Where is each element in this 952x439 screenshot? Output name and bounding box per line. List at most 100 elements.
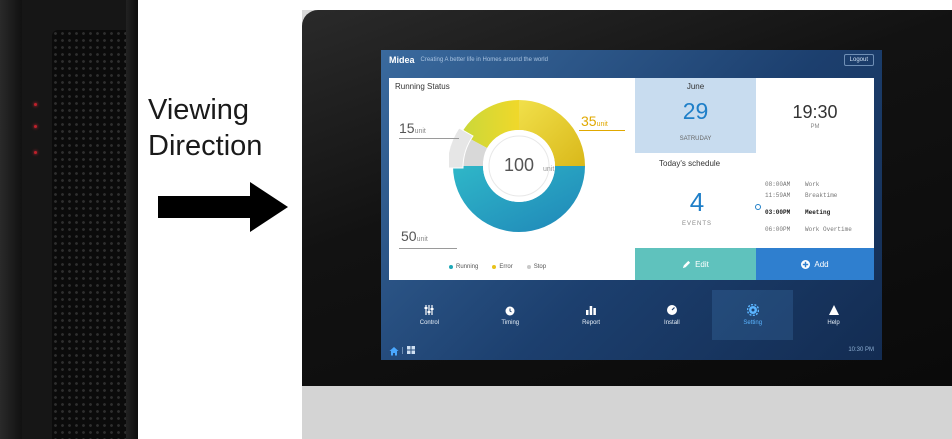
plus-circle-icon xyxy=(801,259,811,269)
schedule-item[interactable]: 08:00AM Work xyxy=(765,179,873,190)
schedule-name: Work Overtime xyxy=(805,226,852,233)
nav-control[interactable]: Control xyxy=(389,290,470,340)
legend-error: Error xyxy=(492,264,513,270)
unit-text: unit xyxy=(596,121,608,128)
brand-logo: Midea xyxy=(389,55,415,65)
edit-button[interactable]: Edit xyxy=(635,248,756,280)
schedule-item[interactable]: 06:00PM Work Overtime xyxy=(765,224,873,235)
stop-count-label: 15unit xyxy=(399,120,426,136)
events-label: EVENTS xyxy=(681,221,712,227)
bar-chart-icon xyxy=(586,306,596,315)
legend-label: Stop xyxy=(533,264,547,270)
legend-dot xyxy=(449,265,453,269)
month-label: June xyxy=(686,82,705,91)
divider xyxy=(402,347,403,354)
pencil-icon xyxy=(682,260,691,268)
day-number: 29 xyxy=(682,98,709,124)
status-donut-chart: 100 unit xyxy=(449,99,585,232)
viewing-word: Viewing xyxy=(148,94,250,126)
schedule-time: 03:00PM xyxy=(765,209,791,216)
schedule-item[interactable]: 03:00PM Meeting xyxy=(765,207,873,218)
schedule-name: Work xyxy=(805,181,820,188)
edit-label: Edit xyxy=(695,259,709,269)
current-event-marker-icon xyxy=(755,204,761,210)
nav-install[interactable]: Install xyxy=(631,290,712,340)
schedule-name: Meeting xyxy=(805,209,831,216)
gauge-icon xyxy=(666,305,677,315)
legend-label: Error xyxy=(499,264,513,270)
error-count-label: 35unit xyxy=(581,113,608,129)
indicator-led xyxy=(34,103,37,106)
events-count: 4 xyxy=(689,187,705,217)
clock-time: 19:30 xyxy=(792,102,838,122)
brand-slogan: Creating A better life in Homes around t… xyxy=(420,57,548,63)
status-legend: Running Error Stop xyxy=(449,264,546,270)
viewing-direction-label: Viewing Direction xyxy=(148,92,288,164)
bottom-bar: 10:30 PM xyxy=(381,342,882,360)
running-status-panel: Running Status 100 unit 15unit 35unit 50… xyxy=(389,78,635,280)
right-arrow-icon xyxy=(158,182,288,232)
top-bar: Midea Creating A better life in Homes ar… xyxy=(381,50,882,70)
help-triangle-icon xyxy=(828,305,839,315)
legend-dot xyxy=(492,265,497,269)
direction-word: Direction xyxy=(148,130,263,162)
device-front: Midea Creating A better life in Homes ar… xyxy=(302,10,952,439)
legend-running: Running xyxy=(449,264,478,270)
nav-label: Control xyxy=(419,320,440,326)
side-edge xyxy=(0,0,22,439)
leader-line xyxy=(399,248,457,249)
running-status-title: Running Status xyxy=(395,82,450,91)
home-icon[interactable] xyxy=(389,346,399,356)
schedule-time: 06:00PM xyxy=(765,226,791,233)
running-count-label: 50unit xyxy=(401,228,428,244)
schedule-item[interactable]: 11:59AM Breaktime xyxy=(765,190,873,201)
gear-icon xyxy=(746,304,759,316)
device-base xyxy=(302,386,952,439)
schedule-panel: Today's schedule 4 EVENTS 08:00AM Work 11… xyxy=(635,153,874,248)
add-button[interactable]: Add xyxy=(756,248,874,280)
running-count: 50 xyxy=(401,228,417,244)
date-panel: June 29 SATRUDAY xyxy=(635,78,756,153)
photo: Viewing Direction Midea Creating A bette… xyxy=(0,0,952,439)
clock-ampm: PM xyxy=(810,124,820,130)
side-highlight xyxy=(126,0,138,439)
main-nav: Control Timing Report Install Setting He… xyxy=(381,290,882,340)
weekday-label: SATRUDAY xyxy=(679,136,712,142)
leader-line xyxy=(579,130,625,131)
schedule-time: 11:59AM xyxy=(765,192,791,199)
legend-stop: Stop xyxy=(526,264,547,270)
nav-help[interactable]: Help xyxy=(793,290,874,340)
nav-label: Help xyxy=(827,320,840,326)
alarm-clock-icon xyxy=(505,306,515,316)
schedule-time: 08:00AM xyxy=(765,181,791,188)
leader-line xyxy=(399,138,459,139)
device-side-view xyxy=(0,0,138,439)
legend-label: Running xyxy=(456,264,479,270)
touch-screen: Midea Creating A better life in Homes ar… xyxy=(381,50,882,360)
nav-label: Install xyxy=(664,320,680,326)
nav-label: Report xyxy=(582,320,601,326)
clock-panel: 19:30 PM xyxy=(756,78,874,153)
legend-dot xyxy=(526,265,531,269)
nav-label: Setting xyxy=(743,320,763,326)
donut-total-unit: unit xyxy=(543,166,554,173)
indicator-led xyxy=(34,125,37,128)
nav-timing[interactable]: Timing xyxy=(470,290,551,340)
stop-count: 15 xyxy=(399,120,415,136)
logout-button[interactable]: Logout xyxy=(843,54,874,66)
schedule-name: Breaktime xyxy=(805,192,838,199)
sliders-icon xyxy=(424,305,434,315)
add-label: Add xyxy=(814,259,829,269)
nav-report[interactable]: Report xyxy=(551,290,632,340)
nav-setting[interactable]: Setting xyxy=(712,290,794,340)
grid-icon[interactable] xyxy=(407,346,415,354)
schedule-list: 08:00AM Work 11:59AM Breaktime 03:00PM Meet… xyxy=(765,179,873,235)
schedule-title: Today's schedule xyxy=(659,159,721,168)
donut-total: 100 xyxy=(504,155,534,175)
unit-text: unit xyxy=(416,236,428,243)
error-count: 35 xyxy=(581,113,597,129)
unit-text: unit xyxy=(414,128,426,135)
nav-label: Timing xyxy=(501,320,520,326)
indicator-led xyxy=(34,151,37,154)
speaker-grill xyxy=(52,30,126,439)
